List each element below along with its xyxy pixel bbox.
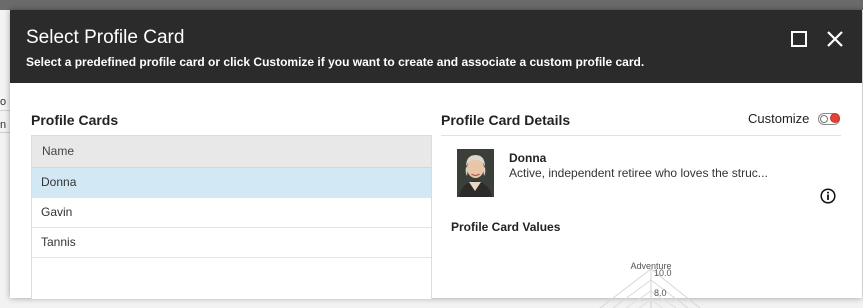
profile-description: Active, independent retiree who loves th…: [509, 166, 768, 180]
maximize-button[interactable]: [788, 28, 810, 50]
toggle-track-ring: [820, 115, 828, 123]
profile-card-details-heading: Profile Card Details: [441, 112, 571, 128]
close-icon: [827, 31, 843, 47]
dialog-header: Select Profile Card Select a predefined …: [10, 10, 862, 83]
profile-name: Donna: [509, 151, 547, 165]
close-button[interactable]: [824, 28, 846, 50]
customize-toggle[interactable]: [818, 113, 840, 125]
select-profile-card-dialog: Select Profile Card Select a predefined …: [10, 10, 862, 308]
info-icon: [820, 188, 836, 204]
background-divider: [0, 110, 10, 111]
background-window-strip: [0, 0, 863, 10]
dialog-subtitle: Select a predefined profile card or clic…: [26, 55, 645, 69]
customize-label: Customize: [748, 111, 810, 126]
radar-ring-outer: [599, 268, 701, 308]
table-row[interactable]: Tannis: [32, 228, 431, 258]
avatar: [457, 149, 494, 197]
dialog-title: Select Profile Card: [26, 27, 185, 48]
radar-tick-label: 10.0: [654, 268, 672, 278]
values-radar-chart: Adventure 10.0 8.0: [599, 261, 701, 308]
profile-cards-heading: Profile Cards: [31, 112, 119, 128]
background-divider: [0, 132, 10, 133]
name-column-header[interactable]: Name: [32, 136, 431, 168]
maximize-icon: [791, 31, 807, 47]
background-text-fragment: n: [0, 119, 7, 131]
table-row[interactable]: Donna: [32, 168, 431, 198]
details-divider: [441, 135, 841, 136]
toggle-knob: [830, 113, 840, 123]
info-button[interactable]: [820, 188, 836, 204]
profile-card-values-heading: Profile Card Values: [451, 220, 561, 234]
profile-cards-table: Name Donna Gavin Tannis: [31, 135, 432, 299]
table-row[interactable]: Gavin: [32, 198, 431, 228]
radar-tick-label: 8.0: [654, 288, 667, 298]
